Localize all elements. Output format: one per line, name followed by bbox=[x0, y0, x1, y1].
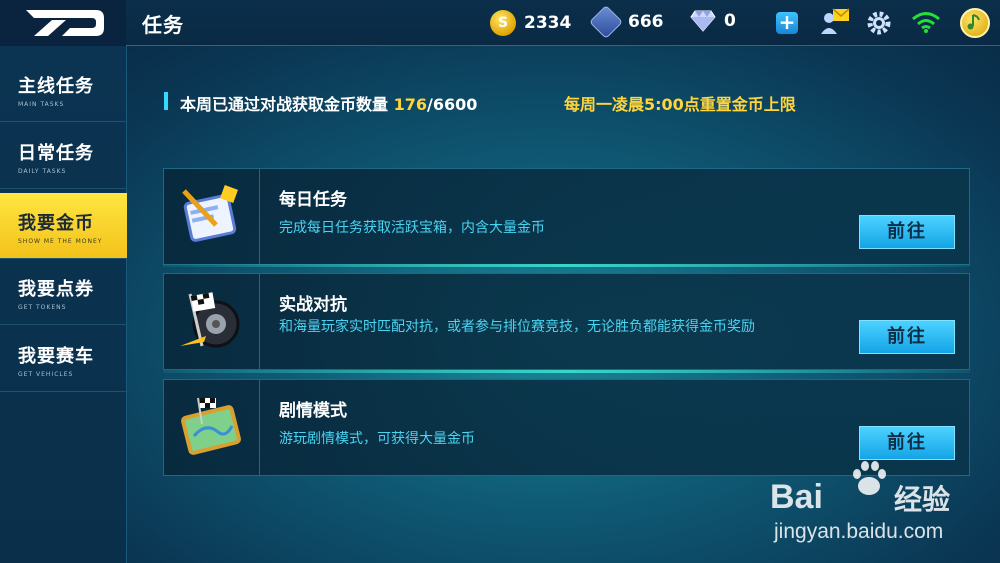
progress-current: 176 bbox=[393, 95, 427, 114]
daily-task-icon bbox=[182, 185, 238, 242]
go-button-daily[interactable]: 前往 bbox=[859, 215, 955, 249]
card-title: 剧情模式 bbox=[279, 401, 347, 421]
sidebar-item-main-tasks[interactable]: 主线任务 MAIN TASKS bbox=[0, 56, 127, 122]
sidebar-item-label: 主线任务 bbox=[18, 76, 94, 97]
card-description: 游玩剧情模式，可获得大量金币 bbox=[279, 431, 475, 447]
gem-balance: 0 bbox=[690, 10, 736, 32]
progress-total: /6600 bbox=[426, 95, 478, 114]
sidebar-item-daily-tasks[interactable]: 日常任务 DAILY TASKS bbox=[0, 123, 127, 189]
friends-mail-icon[interactable] bbox=[820, 8, 850, 36]
token-value: 666 bbox=[628, 12, 664, 32]
card-icon-box bbox=[164, 169, 260, 264]
gem-value: 0 bbox=[724, 11, 736, 31]
baidu-watermark: Bai 经验 jingyan.baidu.com bbox=[770, 458, 980, 558]
sidebar-item-sublabel: GET VEHICLES bbox=[18, 371, 74, 378]
card-description: 完成每日任务获取活跃宝箱，内含大量金币 bbox=[279, 220, 545, 236]
sidebar-item-get-tokens[interactable]: 我要点券 GET TOKENS bbox=[0, 259, 127, 325]
sidebar-item-label: 我要金币 bbox=[18, 213, 94, 234]
token-icon bbox=[589, 5, 623, 39]
baidu-paw-icon bbox=[853, 461, 886, 495]
sidebar-item-label: 我要赛车 bbox=[18, 346, 94, 367]
go-button-pvp[interactable]: 前往 bbox=[859, 320, 955, 354]
watermark-brand-left: Bai bbox=[770, 478, 823, 516]
coin-icon: S bbox=[490, 10, 516, 36]
diamond-icon bbox=[690, 10, 716, 32]
game-logo[interactable] bbox=[0, 0, 126, 46]
wifi-icon bbox=[912, 12, 940, 33]
weekly-coin-progress: 本周已通过对战获取金币数量 176/6600 bbox=[180, 91, 477, 115]
top-bar: 任务 S 2334 666 0 + bbox=[0, 0, 1000, 46]
sidebar-item-sublabel: DAILY TASKS bbox=[18, 168, 67, 175]
story-map-icon bbox=[181, 397, 241, 455]
gear-icon[interactable] bbox=[866, 10, 892, 36]
sidebar-item-get-vehicles[interactable]: 我要赛车 GET VEHICLES bbox=[0, 326, 127, 392]
watermark-brand-right: 经验 bbox=[894, 483, 951, 516]
plus-icon: + bbox=[778, 10, 796, 34]
sidebar-item-sublabel: MAIN TASKS bbox=[18, 101, 65, 108]
card-icon-box bbox=[164, 274, 260, 369]
card-divider bbox=[163, 370, 970, 373]
sidebar-item-get-coins[interactable]: 我要金币 SHOW ME THE MONEY bbox=[0, 193, 127, 259]
task-card-pvp: 实战对抗 和海量玩家实时匹配对抗，或者参与排位赛竞技，无论胜负都能获得金币奖励 … bbox=[163, 273, 970, 370]
progress-prefix: 本周已通过对战获取金币数量 bbox=[180, 95, 394, 114]
card-icon-box bbox=[164, 380, 260, 475]
game-logo-icon bbox=[26, 10, 104, 36]
card-title: 实战对抗 bbox=[279, 295, 347, 315]
sidebar-item-sublabel: GET TOKENS bbox=[18, 304, 67, 311]
avatar[interactable] bbox=[960, 8, 990, 38]
go-button-story[interactable]: 前往 bbox=[859, 426, 955, 460]
card-title: 每日任务 bbox=[279, 190, 347, 210]
page-title: 任务 bbox=[142, 13, 184, 37]
coin-value: 2334 bbox=[524, 13, 572, 33]
watermark-url: jingyan.baidu.com bbox=[774, 520, 944, 543]
sidebar-item-label: 我要点券 bbox=[18, 279, 94, 300]
task-card-daily: 每日任务 完成每日任务获取活跃宝箱，内含大量金币 前往 bbox=[163, 168, 970, 265]
sidebar: 主线任务 MAIN TASKS 日常任务 DAILY TASKS 我要金币 SH… bbox=[0, 46, 127, 563]
racing-tire-flag-icon bbox=[180, 292, 240, 348]
sidebar-item-label: 日常任务 bbox=[18, 143, 94, 164]
card-description: 和海量玩家实时匹配对抗，或者参与排位赛竞技，无论胜负都能获得金币奖励 bbox=[279, 319, 755, 335]
add-currency-button[interactable]: + bbox=[776, 12, 798, 34]
card-divider bbox=[163, 264, 970, 267]
reset-note: 每周一凌晨5:00点重置金币上限 bbox=[564, 95, 796, 114]
info-accent-bar bbox=[164, 92, 168, 110]
token-balance: 666 bbox=[589, 5, 664, 39]
sidebar-item-sublabel: SHOW ME THE MONEY bbox=[18, 238, 103, 245]
coin-balance: S 2334 bbox=[490, 10, 571, 36]
music-note-icon bbox=[967, 14, 980, 30]
